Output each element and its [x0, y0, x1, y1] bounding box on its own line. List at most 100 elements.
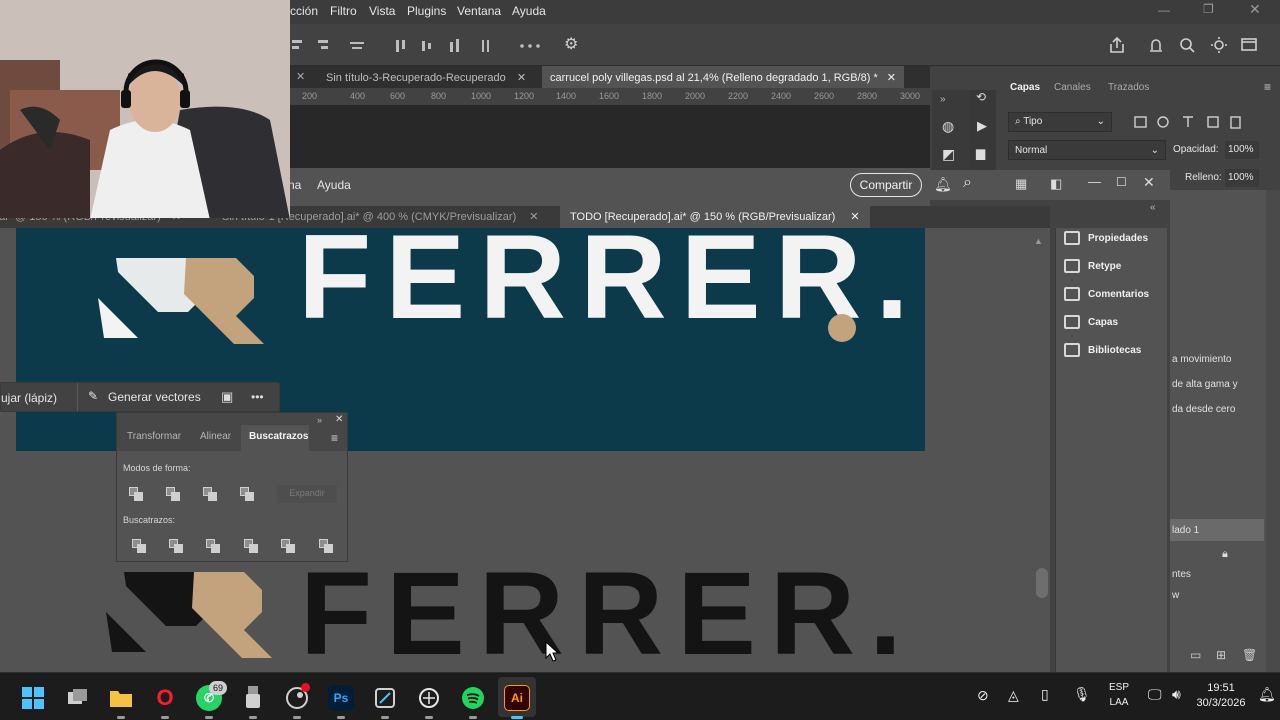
dock-propiedades[interactable]: Propiedades [1064, 226, 1168, 250]
trim-button[interactable] [169, 539, 183, 553]
restore-icon[interactable]: ❐ [1203, 2, 1214, 16]
dock-retype[interactable]: Retype [1064, 254, 1168, 278]
gear-icon[interactable]: ⚙ [564, 34, 578, 54]
tab-buscatrazos[interactable]: Buscatrazos [249, 431, 308, 442]
tab-alinear[interactable]: Alinear [200, 431, 231, 442]
collapse-icon[interactable]: » [317, 415, 322, 425]
collapse-icon[interactable]: » [940, 94, 946, 105]
photoshop-canvas[interactable] [290, 106, 930, 168]
panel-menu-icon[interactable]: ≡ [1264, 80, 1271, 94]
ps-tab-sin-titulo-3[interactable]: Sin título-3-Recuperado-Recuperado ✕ [318, 66, 534, 88]
close-window-icon[interactable]: ✕ [1249, 1, 1261, 18]
menu-ventana[interactable]: na [288, 178, 301, 192]
chatgpt-button[interactable] [416, 685, 442, 711]
exclude-button[interactable] [240, 487, 254, 501]
minimize-icon[interactable]: — [1088, 174, 1101, 189]
workspace-icon[interactable]: ◧ [1050, 176, 1062, 192]
selected-layer-row[interactable]: lado 1 [1170, 519, 1264, 541]
language-indicator[interactable]: ESP LAA [1104, 682, 1134, 712]
generate-vectors-button[interactable]: ✎ Generar vectores [77, 383, 213, 411]
layer-name[interactable]: ntes [1172, 569, 1191, 580]
history-icon[interactable]: ⟲ [976, 90, 986, 104]
notification-center-icon[interactable]: 🔔︎ [1258, 686, 1276, 703]
notifications-icon[interactable]: 🔔︎ [934, 176, 952, 193]
menu-filtro[interactable]: Filtro [330, 4, 357, 18]
canvas-scrollbar-thumb[interactable] [1036, 568, 1048, 598]
more-options-icon[interactable]: ••• [251, 390, 264, 404]
search-icon[interactable]: ⌕ [963, 174, 972, 192]
tab-canales[interactable]: Canales [1054, 82, 1091, 93]
layer-filter-select[interactable]: ⌕ Tipo ⌄ [1008, 112, 1112, 132]
palette-icon[interactable]: ◍ [942, 118, 954, 135]
collapse-panels-icon[interactable]: « [1150, 202, 1156, 213]
ps-tab-carrucel[interactable]: carrucel poly villegas.psd al 21,4% (Rel… [542, 66, 905, 88]
dock-capas[interactable]: Capas [1064, 310, 1168, 334]
photoshop-button[interactable]: Ps [328, 685, 354, 711]
start-button[interactable] [20, 685, 46, 711]
layer-name[interactable]: da desde cero [1172, 404, 1235, 415]
briefcase-icon[interactable]: ▆ [976, 146, 985, 160]
close-icon[interactable]: ✕ [887, 72, 896, 84]
play-icon[interactable]: ▶ [977, 118, 987, 134]
divide-button[interactable] [132, 539, 146, 553]
outline-button[interactable] [281, 539, 295, 553]
task-view-button[interactable] [65, 685, 91, 711]
share-button[interactable]: Compartir [850, 173, 922, 197]
fill-input[interactable]: 100% [1225, 169, 1259, 187]
dock-comentarios[interactable]: Comentarios [1064, 282, 1168, 306]
scroll-up-icon[interactable]: ▲ [1034, 236, 1043, 246]
blend-mode-select[interactable]: Normal ⌄ [1008, 140, 1166, 160]
align-icons[interactable] [292, 38, 592, 54]
minimize-icon[interactable]: — [1158, 3, 1170, 17]
close-icon[interactable]: ✕ [335, 414, 343, 425]
ai-tab-todo[interactable]: TODO [Recuperado].ai* @ 150 % (RGB/Previ… [560, 206, 870, 228]
menu-vista[interactable]: Vista [369, 4, 395, 18]
menu-ayuda[interactable]: Ayuda [512, 4, 546, 18]
close-window-icon[interactable]: ✕ [1143, 174, 1155, 191]
opacity-input[interactable]: 100% [1225, 141, 1259, 159]
ps-toolbar-right-icons[interactable] [1108, 36, 1268, 54]
file-explorer-button[interactable] [108, 685, 134, 711]
clock[interactable]: 19:51 30/3/2026 [1196, 682, 1246, 712]
illustrator-button[interactable]: Ai [504, 685, 530, 711]
close-icon[interactable]: ✕ [850, 211, 859, 223]
close-tab-icon[interactable]: ✕ [296, 70, 305, 83]
arrange-documents-icon[interactable]: ▦ [1015, 176, 1027, 192]
crop-button[interactable] [244, 539, 258, 553]
trash-icon[interactable]: 🗑︎ [1242, 648, 1257, 662]
menu-plugins[interactable]: Plugins [407, 4, 446, 18]
volume-icon[interactable]: 🔊︎ [1172, 686, 1181, 703]
app-8-button[interactable] [372, 685, 398, 711]
maximize-icon[interactable]: ☐ [1116, 175, 1127, 189]
intersect-button[interactable] [203, 487, 217, 501]
tab-capas[interactable]: Capas [1010, 82, 1040, 93]
app-5-button[interactable] [240, 685, 266, 711]
layer-filter-icons[interactable] [1133, 114, 1247, 130]
microphone-icon[interactable]: 🎙︎ [1073, 686, 1091, 703]
expand-button[interactable]: Expandir [277, 485, 337, 503]
menu-ventana[interactable]: Ventana [457, 4, 501, 18]
menu-seleccion[interactable]: cción [290, 4, 318, 18]
layer-name[interactable]: de alta gama y [1172, 379, 1238, 390]
spotify-button[interactable] [460, 685, 486, 711]
lock-icon[interactable]: 🔒︎ [1222, 548, 1228, 561]
opera-button[interactable]: O [152, 685, 178, 711]
merge-button[interactable] [206, 539, 220, 553]
panel-menu-icon[interactable]: ≡ [331, 431, 338, 445]
image-settings-icon[interactable]: ▣ [221, 389, 233, 405]
dock-bibliotecas[interactable]: Bibliotecas [1064, 338, 1168, 362]
unite-button[interactable] [129, 487, 143, 501]
layer-name[interactable]: a movimiento [1172, 354, 1231, 365]
minus-back-button[interactable] [319, 539, 333, 553]
menu-ayuda[interactable]: Ayuda [317, 178, 351, 192]
drive-icon[interactable]: ◬ [1008, 687, 1019, 704]
close-icon[interactable]: ✕ [517, 72, 526, 84]
gradient-icon[interactable]: ◩ [942, 146, 955, 163]
tab-trazados[interactable]: Trazados [1108, 82, 1149, 93]
ps-layers-scrollbar[interactable] [1266, 190, 1280, 672]
folder-icon[interactable]: ▭ [1190, 648, 1201, 662]
usb-icon[interactable]: ▯ [1041, 686, 1049, 703]
draw-pencil-button[interactable]: ujar (lápiz) [1, 391, 57, 405]
layer-name[interactable]: w [1172, 590, 1179, 601]
minus-front-button[interactable] [166, 487, 180, 501]
